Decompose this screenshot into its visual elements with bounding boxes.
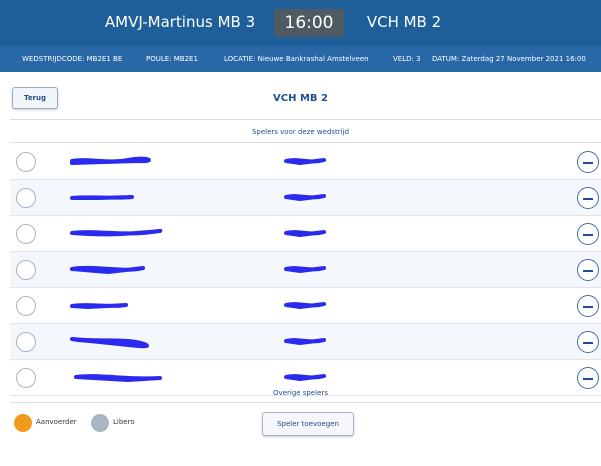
match-code: WEDSTRIJDCODE: MB2E1 BE xyxy=(22,55,123,63)
add-player-button[interactable]: Speler toevoegen xyxy=(262,412,354,436)
player-name-redacted xyxy=(70,265,145,274)
player-row[interactable] xyxy=(10,216,601,252)
player-number-redacted xyxy=(284,338,326,345)
player-row[interactable] xyxy=(10,324,601,360)
away-team-name: VCH MB 2 xyxy=(366,13,442,31)
player-name-redacted xyxy=(70,195,134,200)
player-number-redacted xyxy=(284,374,326,381)
remove-player-button[interactable] xyxy=(577,367,599,389)
player-select-radio[interactable] xyxy=(16,332,36,352)
player-name-redacted xyxy=(70,303,128,309)
remove-player-button[interactable] xyxy=(577,295,599,317)
captain-legend-label: Aanvoerder xyxy=(36,418,77,426)
home-team-name: AMVJ-Martinus MB 3 xyxy=(104,13,256,31)
back-button[interactable]: Terug xyxy=(12,87,58,109)
remove-player-button[interactable] xyxy=(577,259,599,281)
captain-legend-dot xyxy=(14,414,32,432)
player-select-radio[interactable] xyxy=(16,296,36,316)
remove-player-button[interactable] xyxy=(577,223,599,245)
libero-legend-dot xyxy=(91,414,109,432)
other-players-section-title: Overige spelers xyxy=(273,389,328,397)
player-number-redacted xyxy=(284,230,326,237)
remove-player-button[interactable] xyxy=(577,187,599,209)
player-select-radio[interactable] xyxy=(16,224,36,244)
match-location: LOCATIE: Nieuwe Bankrashal Amstelveen xyxy=(224,55,369,63)
match-header: AMVJ-Martinus MB 3 16:00 VCH MB 2 xyxy=(0,0,601,46)
player-number-redacted xyxy=(284,158,326,165)
match-poule: POULE: MB2E1 xyxy=(146,55,198,63)
player-select-radio[interactable] xyxy=(16,260,36,280)
divider xyxy=(10,402,601,403)
player-select-radio[interactable] xyxy=(16,152,36,172)
remove-player-button[interactable] xyxy=(577,151,599,173)
player-name-redacted xyxy=(70,156,151,165)
player-row[interactable] xyxy=(10,288,601,324)
player-select-radio[interactable] xyxy=(16,188,36,208)
player-row[interactable] xyxy=(10,180,601,216)
player-name-redacted xyxy=(74,374,162,382)
match-field: VELD: 3 xyxy=(393,55,421,63)
divider xyxy=(10,119,601,120)
divider xyxy=(10,142,601,143)
player-select-radio[interactable] xyxy=(16,368,36,388)
remove-player-button[interactable] xyxy=(577,331,599,353)
match-date: DATUM: Zaterdag 27 November 2021 16:00 xyxy=(432,55,586,63)
player-number-redacted xyxy=(284,302,326,309)
player-row[interactable] xyxy=(10,252,601,288)
match-time: 16:00 xyxy=(274,9,344,37)
player-number-redacted xyxy=(284,194,326,201)
player-row[interactable] xyxy=(10,144,601,180)
player-name-redacted xyxy=(70,228,163,237)
match-info-bar: WEDSTRIJDCODE: MB2E1 BE POULE: MB2E1 LOC… xyxy=(0,46,601,72)
player-name-redacted xyxy=(70,337,149,349)
player-number-redacted xyxy=(284,266,326,273)
libero-legend-label: Libero xyxy=(113,418,135,426)
players-section-title: Spelers voor deze wedstrijd xyxy=(251,128,350,136)
page-title: VCH MB 2 xyxy=(273,93,328,104)
